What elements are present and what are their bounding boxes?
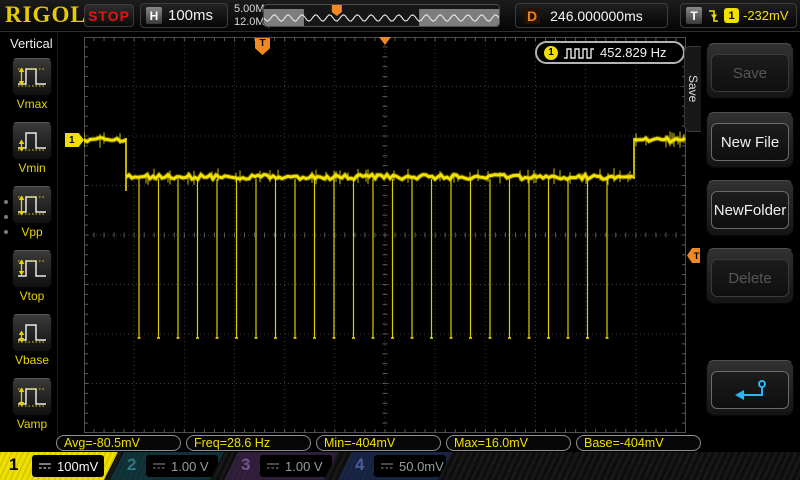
page-indicator-dots	[4, 200, 8, 234]
delete-button[interactable]: Delete	[706, 248, 794, 304]
trigger-label: T	[686, 7, 702, 24]
delay-readout: D 246.000000ms	[515, 3, 668, 28]
channel1-ground-marker[interactable]: 1	[65, 133, 84, 147]
measure-max: Max=16.0mV	[446, 435, 571, 451]
new-folder-button[interactable]: NewFolder	[706, 180, 794, 236]
channel3-tab[interactable]: 3 1.00 V	[224, 452, 338, 480]
channel-scale: 1.00 V	[285, 459, 323, 474]
square-wave-icon	[563, 47, 595, 59]
run-state-badge[interactable]: STOP	[84, 4, 134, 27]
vamp-icon	[15, 381, 49, 414]
delay-center-indicator	[379, 37, 391, 45]
return-arrow-icon	[729, 378, 771, 402]
waveform-preview-bar[interactable]	[263, 4, 500, 27]
freq-value: 452.829 Hz	[600, 45, 667, 60]
delay-value: 246.000000ms	[550, 8, 643, 24]
dc-coupling-icon	[266, 461, 280, 471]
channel-scale: 1.00 V	[171, 459, 209, 474]
menu-item-vbase[interactable]: Vbase	[0, 314, 58, 367]
vpp-icon	[15, 189, 49, 222]
measure-freq: Freq=28.6 Hz	[186, 435, 311, 451]
channel-number: 2	[127, 455, 136, 475]
save-menu-tab[interactable]: Save	[684, 46, 701, 132]
dc-coupling-icon	[380, 461, 394, 471]
graticule	[84, 37, 686, 433]
menu-item-vamp[interactable]: Vamp	[0, 378, 58, 431]
vbase-icon	[15, 317, 49, 350]
freq-channel-badge: 1	[544, 46, 558, 60]
vtop-icon	[15, 253, 49, 286]
preview-waveform-icon	[264, 5, 499, 26]
channel-number: 4	[355, 455, 364, 475]
top-bar: RIGOL STOP H 100ms 5.00MSa/s 12.0M pts D…	[0, 0, 800, 32]
channel-number: 1	[9, 455, 18, 475]
vmin-icon	[15, 125, 49, 158]
trigger-level-value: -232mV	[743, 8, 789, 23]
new-file-button[interactable]: New File	[706, 112, 794, 168]
menu-title: Vertical	[10, 36, 57, 51]
trigger-readout: T 1 -232mV	[680, 3, 797, 28]
measure-min: Min=-404mV	[316, 435, 441, 451]
horizontal-label: H	[146, 7, 162, 24]
channel-scale: 100mV	[57, 459, 98, 474]
horizontal-timebase[interactable]: H 100ms	[140, 3, 228, 28]
channel-scale: 50.0mV	[399, 459, 444, 474]
channel-number: 3	[241, 455, 250, 475]
save-button[interactable]: Save	[706, 43, 794, 99]
menu-item-label: Vpp	[6, 225, 58, 239]
menu-item-vpp[interactable]: Vpp	[0, 186, 58, 239]
vmax-icon	[15, 61, 49, 94]
menu-item-label: Vmax	[6, 97, 58, 111]
menu-item-label: Vamp	[6, 417, 58, 431]
menu-item-vmin[interactable]: Vmin	[0, 122, 58, 175]
channel1-tab[interactable]: 1 100mV	[0, 452, 118, 480]
channel-bar: 1 100mV 2 1.00 V 3	[0, 452, 800, 480]
trigger-source-badge: 1	[724, 8, 739, 23]
back-button[interactable]	[706, 360, 794, 416]
measure-avg: Avg=-80.5mV	[56, 435, 181, 451]
oscilloscope-screen: RIGOL STOP H 100ms 5.00MSa/s 12.0M pts D…	[0, 0, 800, 480]
rigol-logo: RIGOL	[5, 2, 87, 28]
channel2-tab[interactable]: 2 1.00 V	[110, 452, 224, 480]
save-menu: Save Save New File NewFolder Delete	[700, 32, 800, 448]
vertical-measure-menu: Vertical Vmax Vmin Vpp Vtop Vbase Vamp	[0, 32, 58, 448]
dc-coupling-icon	[152, 461, 166, 471]
channel4-tab[interactable]: 4 50.0mV	[338, 452, 452, 480]
delay-label: D	[524, 8, 540, 24]
menu-item-vmax[interactable]: Vmax	[0, 58, 58, 111]
timebase-value: 100ms	[168, 7, 213, 24]
menu-item-label: Vmin	[6, 161, 58, 175]
falling-edge-icon	[706, 8, 720, 24]
menu-item-vtop[interactable]: Vtop	[0, 250, 58, 303]
measure-base: Base=-404mV	[576, 435, 701, 451]
dc-coupling-icon	[38, 461, 52, 471]
menu-item-label: Vbase	[6, 353, 58, 367]
frequency-counter: 1 452.829 Hz	[535, 41, 685, 64]
menu-item-label: Vtop	[6, 289, 58, 303]
measurement-bar: Avg=-80.5mV Freq=28.6 Hz Min=-404mV Max=…	[56, 435, 701, 451]
